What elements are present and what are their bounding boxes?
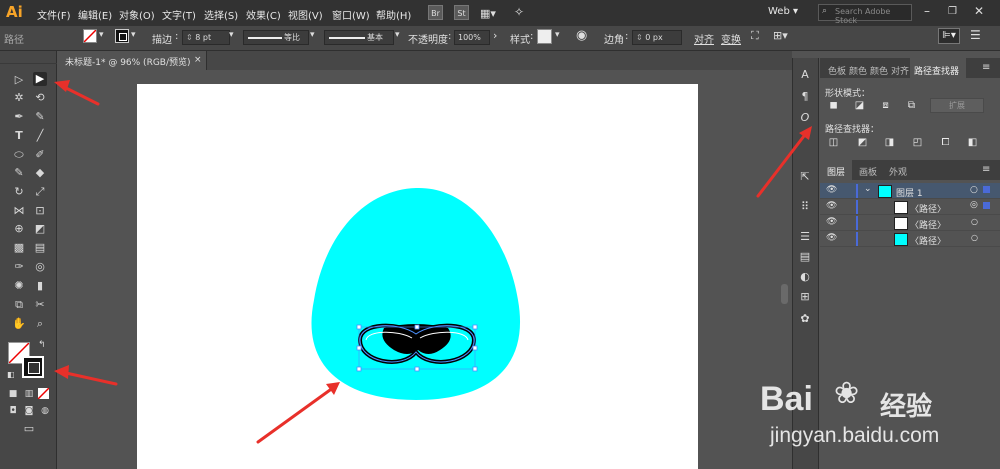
arrow-to-shape <box>256 388 332 444</box>
arrow-to-panel <box>756 134 806 198</box>
watermark-brand-2: 经验 <box>880 392 933 422</box>
watermark-paw-icon: ❀ <box>834 376 860 411</box>
arrow-to-stroke-box-head <box>54 365 69 379</box>
arrow-to-direct-selection <box>62 85 100 106</box>
watermark-url: jingyan.baidu.com <box>770 424 940 447</box>
watermark-brand: Bai <box>760 380 813 418</box>
arrow-to-stroke-box <box>64 371 118 386</box>
